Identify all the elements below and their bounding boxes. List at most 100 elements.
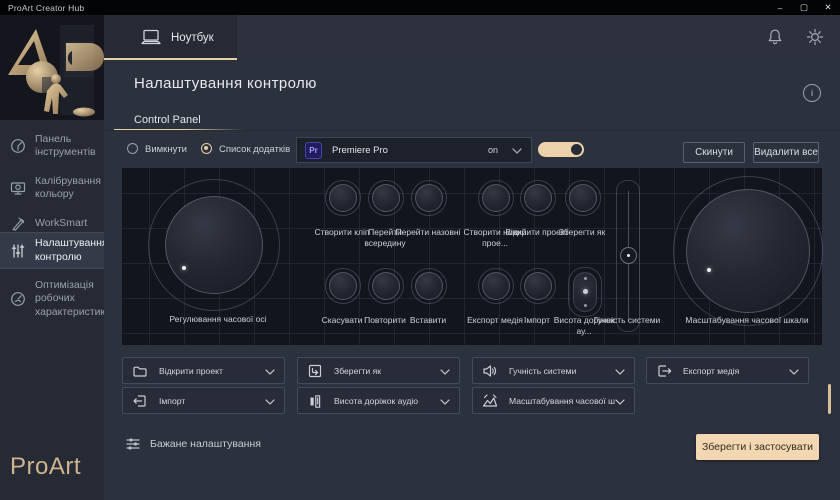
assignment-system-volume[interactable]: Гучність системи	[472, 357, 635, 384]
assignment-label: Відкрити проект	[159, 366, 223, 376]
app-selector-dropdown[interactable]: Pr Premiere Pro on	[296, 137, 532, 163]
sidebar-item-control-settings[interactable]: Налаштування контролю	[0, 232, 104, 269]
knob-undo[interactable]	[329, 272, 357, 300]
knob-step-inside[interactable]	[372, 184, 400, 212]
track-height-widget[interactable]	[568, 267, 602, 317]
preferred-settings-button[interactable]: Бажане налаштування	[125, 436, 261, 452]
performance-icon	[9, 290, 27, 308]
knob-export-media[interactable]	[482, 272, 510, 300]
chevron-down-icon	[440, 392, 450, 410]
assignment-export-media[interactable]: Експорт медія	[646, 357, 809, 384]
sidebar-item-dashboard[interactable]: Панель інструментів	[0, 125, 104, 167]
app-selector-value: Premiere Pro	[332, 145, 388, 156]
volume-icon	[482, 363, 498, 379]
maximize-button[interactable]: ▢	[792, 0, 816, 15]
delete-all-button[interactable]: Видалити все	[753, 142, 819, 163]
sidebar-item-performance[interactable]: Оптимізація робочих характеристик	[0, 273, 104, 325]
premiere-pro-icon: Pr	[305, 142, 322, 159]
left-dial-indicator	[182, 266, 186, 270]
save-and-apply-button[interactable]: Зберегти і застосувати	[696, 434, 819, 460]
folder-icon	[132, 363, 148, 379]
app-enable-toggle[interactable]	[538, 142, 584, 157]
assignment-save-as[interactable]: Зберегти як	[297, 357, 460, 384]
tab-laptop[interactable]: Ноутбук	[104, 15, 237, 60]
radio-app-list-label[interactable]: Список додатків	[219, 144, 290, 155]
knob-paste[interactable]	[415, 272, 443, 300]
sidebar-item-label: Панель інструментів	[35, 133, 97, 160]
knob-import[interactable]	[524, 272, 552, 300]
tab-laptop-label: Ноутбук	[171, 32, 214, 44]
laptop-icon	[140, 29, 162, 46]
page-title: Налаштування контролю	[134, 75, 317, 92]
knob-open-project[interactable]	[524, 184, 552, 212]
assignment-timeline-zoom[interactable]: Масштабування часової шкали	[472, 387, 635, 414]
pill-dot	[584, 304, 587, 307]
top-tab-bar: Ноутбук	[104, 15, 840, 61]
close-button[interactable]: ✕	[816, 0, 840, 15]
sidebar: Панель інструментів Калібрування кольору…	[0, 15, 104, 500]
proart-creator-hub-window: ProArt Creator Hub – ▢ ✕	[0, 0, 840, 500]
divider	[104, 130, 840, 131]
assignment-track-height[interactable]: Висота доріжок аудіо	[297, 387, 460, 414]
assignment-label: Імпорт	[159, 396, 185, 406]
import-icon	[132, 393, 148, 409]
right-dial-indicator	[707, 268, 711, 272]
toggle-knob	[571, 144, 582, 155]
pill-dot	[583, 289, 588, 294]
chevron-down-icon	[265, 362, 275, 380]
knob-label: Перейти назовні	[393, 227, 463, 238]
chevron-down-icon	[512, 141, 522, 159]
tab-control-panel[interactable]: Control Panel	[134, 114, 201, 126]
window-title: ProArt Creator Hub	[8, 3, 84, 13]
proart-logo: ProArt	[10, 453, 81, 481]
right-dial-label: Масштабування часової шкали	[652, 315, 840, 326]
sidebar-item-label: Налаштування контролю	[35, 237, 97, 264]
hero-art	[0, 15, 104, 120]
knob-create-clip[interactable]	[329, 184, 357, 212]
knob-new-project[interactable]	[482, 184, 510, 212]
knob-step-outside[interactable]	[415, 184, 443, 212]
chevron-down-icon	[615, 362, 625, 380]
notifications-button[interactable]	[764, 26, 786, 48]
export-icon	[656, 363, 672, 379]
preferred-settings-label: Бажане налаштування	[150, 438, 261, 450]
timeline-zoom-icon	[482, 393, 498, 409]
sidebar-item-label: WorkSmart	[35, 217, 97, 230]
knob-redo[interactable]	[372, 272, 400, 300]
assignment-label: Експорт медія	[683, 366, 739, 376]
color-calibration-icon	[9, 179, 27, 197]
timeline-adjust-dial[interactable]	[165, 196, 263, 294]
content-area: Налаштування контролю i Control Panel Ви…	[104, 60, 840, 500]
app-state: on	[488, 145, 498, 155]
sidebar-item-label: Калібрування кольору	[35, 175, 97, 202]
assignment-label: Гучність системи	[509, 366, 576, 376]
settings-button[interactable]	[804, 26, 826, 48]
assignment-open-project[interactable]: Відкрити проект	[122, 357, 285, 384]
sidebar-item-label: Оптимізація робочих характеристик	[35, 279, 97, 319]
control-settings-icon	[9, 242, 27, 260]
gear-icon	[805, 27, 825, 47]
info-icon[interactable]: i	[803, 84, 821, 102]
assignment-label: Висота доріжок аудіо	[334, 396, 418, 406]
minimize-button[interactable]: –	[768, 0, 792, 15]
slider-handle[interactable]	[620, 247, 637, 264]
dashboard-icon	[9, 137, 27, 155]
worksmart-icon	[9, 215, 27, 233]
bell-icon	[765, 27, 785, 47]
reset-button[interactable]: Скинути	[683, 142, 745, 163]
assignment-import[interactable]: Імпорт	[122, 387, 285, 414]
chevron-down-icon	[440, 362, 450, 380]
control-mapping-panel: Регулювання часової осі Створити кліп Пе…	[122, 168, 822, 345]
radio-app-list[interactable]	[201, 143, 212, 154]
system-volume-slider[interactable]	[616, 180, 640, 332]
chevron-down-icon	[265, 392, 275, 410]
knob-label: Зберегти як	[547, 227, 617, 238]
scrollbar-thumb[interactable]	[828, 384, 831, 414]
sidebar-item-color-calibration[interactable]: Калібрування кольору	[0, 167, 104, 209]
window-controls: – ▢ ✕	[768, 0, 840, 15]
radio-disable[interactable]	[127, 143, 138, 154]
assignment-label: Масштабування часової шкали	[509, 396, 615, 406]
knob-save-as[interactable]	[569, 184, 597, 212]
timeline-zoom-dial[interactable]	[686, 189, 810, 313]
radio-disable-label[interactable]: Вимкнути	[145, 144, 187, 155]
